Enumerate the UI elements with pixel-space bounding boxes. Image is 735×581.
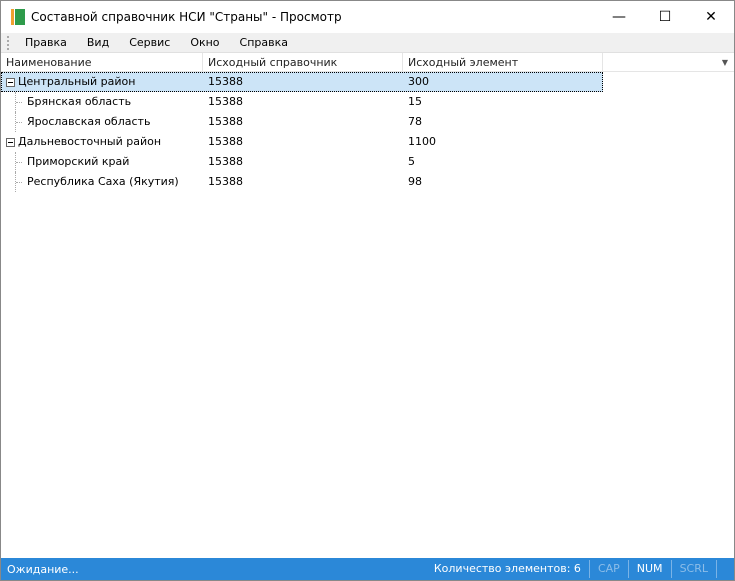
row-element: 5	[408, 155, 415, 168]
row-element: 15	[408, 95, 422, 108]
tree-line	[15, 92, 23, 112]
row-element: 78	[408, 115, 422, 128]
status-bar: Ожидание... Количество элементов: 6 CAP …	[1, 558, 734, 580]
tree-grid: Центральный район 15388 300 Брянская обл…	[1, 72, 734, 192]
menu-help[interactable]: Справка	[230, 36, 298, 49]
tree-row[interactable]: Приморский край 15388 5	[1, 152, 734, 172]
row-name: Дальневосточный район	[18, 135, 162, 148]
window-title: Составной справочник НСИ "Страны" - Прос…	[31, 10, 342, 24]
collapse-icon[interactable]	[6, 77, 15, 87]
resize-grip[interactable]	[716, 560, 734, 578]
close-button[interactable]: ✕	[688, 1, 734, 33]
column-source-dictionary[interactable]: Исходный справочник	[203, 53, 403, 71]
row-dictionary: 15388	[208, 155, 243, 168]
row-name: Ярославская область	[27, 115, 151, 128]
title-bar: Составной справочник НСИ "Страны" - Прос…	[1, 1, 734, 33]
row-element: 1100	[408, 135, 436, 148]
num-lock-indicator: NUM	[627, 560, 671, 578]
minimize-button[interactable]: —	[596, 1, 642, 33]
row-dictionary: 15388	[208, 175, 243, 188]
row-dictionary: 15388	[208, 75, 243, 88]
tree-row[interactable]: Республика Саха (Якутия) 15388 98	[1, 172, 734, 192]
column-header: Наименование Исходный справочник Исходны…	[1, 53, 734, 72]
caps-lock-indicator: CAP	[588, 560, 628, 578]
menu-bar: Правка Вид Сервис Окно Справка	[1, 33, 734, 53]
row-name: Приморский край	[27, 155, 130, 168]
scroll-lock-indicator: SCRL	[670, 560, 716, 578]
tree-row[interactable]: Брянская область 15388 15	[1, 92, 734, 112]
toolbar-grip[interactable]	[7, 35, 9, 50]
tree-row[interactable]: Дальневосточный район 15388 1100	[1, 132, 734, 152]
row-name: Центральный район	[18, 75, 136, 88]
tree-line	[15, 152, 23, 172]
column-name[interactable]: Наименование	[1, 53, 203, 71]
row-element: 98	[408, 175, 422, 188]
menu-window[interactable]: Окно	[180, 36, 229, 49]
maximize-button[interactable]: ☐	[642, 1, 688, 33]
row-name: Брянская область	[27, 95, 132, 108]
menu-service[interactable]: Сервис	[119, 36, 180, 49]
app-icon	[11, 9, 25, 25]
row-element: 300	[408, 75, 429, 88]
tree-line	[15, 112, 23, 132]
column-source-element[interactable]: Исходный элемент	[403, 53, 603, 71]
menu-edit[interactable]: Правка	[15, 36, 77, 49]
row-dictionary: 15388	[208, 95, 243, 108]
row-dictionary: 15388	[208, 115, 243, 128]
column-chooser-icon[interactable]: ▼	[603, 53, 734, 71]
element-count: Количество элементов: 6	[433, 562, 581, 575]
row-dictionary: 15388	[208, 135, 243, 148]
status-text: Ожидание...	[7, 562, 79, 576]
tree-line	[15, 172, 23, 192]
tree-row[interactable]: Центральный район 15388 300	[1, 72, 603, 92]
row-name: Республика Саха (Якутия)	[27, 175, 179, 188]
menu-view[interactable]: Вид	[77, 36, 119, 49]
collapse-icon[interactable]	[6, 137, 15, 147]
tree-row[interactable]: Ярославская область 15388 78	[1, 112, 734, 132]
